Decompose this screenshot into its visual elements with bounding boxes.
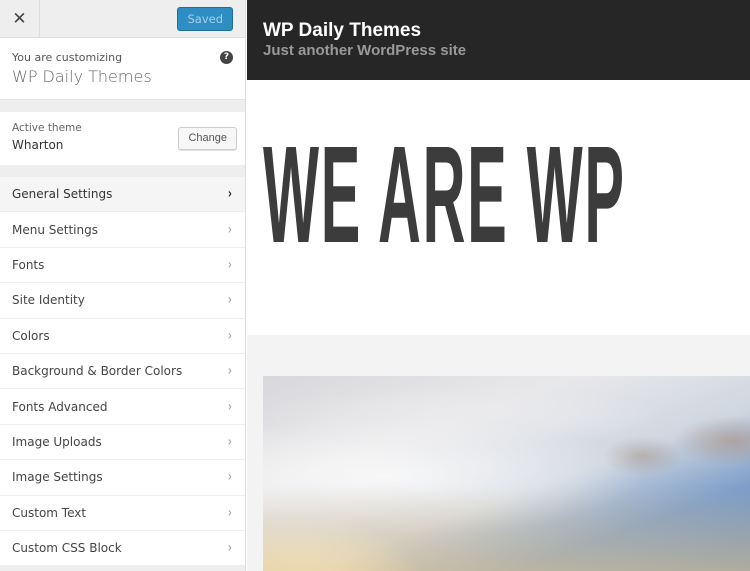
active-theme-panel: Active theme Wharton Change <box>0 112 245 165</box>
section-image-settings[interactable]: Image Settings › <box>0 460 245 496</box>
customizing-label: You are customizing <box>12 51 123 64</box>
chevron-right-icon: › <box>228 292 233 309</box>
customizing-info: You are customizing WP Daily Themes ? <box>0 38 245 100</box>
customizer-sections-list: General Settings › Menu Settings › Fonts › Sit… <box>0 177 245 567</box>
section-general-settings[interactable]: General Settings › <box>0 177 245 213</box>
section-label: Fonts Advanced <box>12 399 108 414</box>
chevron-right-icon: › <box>228 256 233 273</box>
section-label: General Settings <box>12 187 113 202</box>
section-colors[interactable]: Colors › <box>0 318 245 354</box>
site-description: Just another WordPress site <box>263 42 467 59</box>
section-spacer <box>0 100 245 112</box>
section-label: Menu Settings <box>12 222 98 237</box>
section-label: Site Identity <box>12 293 85 308</box>
section-label: Custom Text <box>12 505 87 520</box>
section-menu-settings[interactable]: Menu Settings › <box>0 212 245 248</box>
featured-image-band <box>247 335 750 571</box>
section-custom-text[interactable]: Custom Text › <box>0 495 245 531</box>
site-preview: WP Daily Themes Just another WordPress s… <box>247 0 750 571</box>
section-site-identity[interactable]: Site Identity › <box>0 283 245 319</box>
change-theme-button[interactable]: Change <box>178 127 237 150</box>
hero-heading: WE ARE WP <box>263 118 626 272</box>
chevron-right-icon: › <box>228 433 233 450</box>
section-image-uploads[interactable]: Image Uploads › <box>0 424 245 461</box>
site-title[interactable]: WP Daily Themes <box>263 20 734 42</box>
section-label: Image Uploads <box>12 434 102 449</box>
sky-clouds-sunset-photo <box>263 376 750 571</box>
close-customizer-button[interactable]: ✕ <box>0 0 40 38</box>
section-label: Background & Border Colors <box>12 364 183 379</box>
chevron-right-icon: › <box>228 186 233 203</box>
section-background-and-border-colors[interactable]: Background & Border Colors › <box>0 353 245 390</box>
chevron-right-icon: › <box>228 469 233 486</box>
section-label: Fonts <box>12 257 45 272</box>
close-x-icon: ✕ <box>12 9 27 29</box>
section-fonts-advanced[interactable]: Fonts Advanced › <box>0 389 245 425</box>
hero-section: WE ARE WP <box>247 80 750 335</box>
customizing-site-name: WP Daily Themes <box>12 67 152 86</box>
chevron-right-icon: › <box>228 221 233 238</box>
help-icon[interactable]: ? <box>220 51 233 64</box>
chevron-right-icon: › <box>228 504 233 521</box>
section-custom-css-block[interactable]: Custom CSS Block › <box>0 530 245 567</box>
saved-button[interactable]: Saved <box>177 7 233 31</box>
section-label: Custom CSS Block <box>12 541 122 556</box>
section-label: Image Settings <box>12 470 103 485</box>
chevron-right-icon: › <box>228 327 233 344</box>
section-label: Colors <box>12 328 50 343</box>
chevron-right-icon: › <box>228 363 233 380</box>
section-fonts[interactable]: Fonts › <box>0 247 245 284</box>
customizer-topbar: ✕ Saved <box>0 0 245 38</box>
customizer-sidebar: ✕ Saved You are customizing WP Daily The… <box>0 0 246 571</box>
chevron-right-icon: › <box>228 398 233 415</box>
site-header: WP Daily Themes Just another WordPress s… <box>247 0 750 80</box>
chevron-right-icon: › <box>228 540 233 557</box>
section-spacer <box>0 165 245 177</box>
